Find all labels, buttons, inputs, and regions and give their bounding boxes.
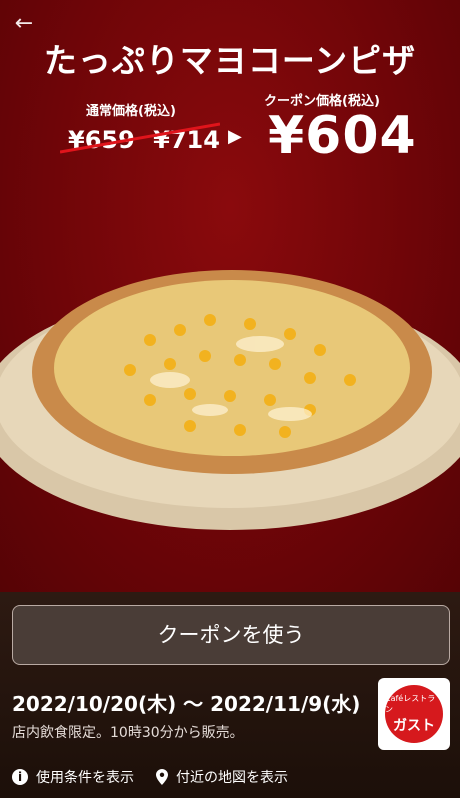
logo-main-text: ガスト: [393, 718, 435, 734]
coupon-detail-page: ← たっぷりマヨコーンピザ 通常価格(税込) ¥659 ¥714 ▶ クーポン価…: [0, 0, 460, 798]
logo-small-text: Caféレストラン: [385, 694, 436, 714]
conditions-link[interactable]: i 使用条件を表示: [12, 766, 134, 788]
regular-price-label: 通常価格(税込): [86, 104, 176, 119]
back-arrow-icon[interactable]: ←: [12, 12, 36, 36]
coupon-note: 店内飲食限定。10時30分から販売。: [12, 725, 244, 741]
logo-circle: Caféレストラン ガスト: [385, 685, 443, 743]
map-label: 付近の地図を表示: [176, 770, 288, 786]
product-title: たっぷりマヨコーンピザ: [43, 41, 417, 80]
pizza-image: [0, 270, 460, 530]
footer-links: i 使用条件を表示 付近の地図を表示: [12, 766, 448, 788]
coupon-price: ¥604: [268, 106, 417, 166]
hero-banner: ← たっぷりマヨコーンピザ 通常価格(税込) ¥659 ¥714 ▶ クーポン価…: [0, 0, 460, 592]
map-pin-icon: [156, 769, 168, 785]
price-arrow: ▶: [228, 126, 242, 147]
info-icon: i: [12, 769, 28, 785]
conditions-label: 使用条件を表示: [36, 770, 134, 786]
coupon-period: 2022/10/20(木) 〜 2022/11/9(水): [12, 692, 361, 716]
price-strikethrough: [60, 122, 220, 154]
use-coupon-button[interactable]: クーポンを使う: [12, 605, 450, 665]
gusto-logo: Caféレストラン ガスト: [378, 678, 450, 750]
map-link[interactable]: 付近の地図を表示: [156, 766, 288, 788]
